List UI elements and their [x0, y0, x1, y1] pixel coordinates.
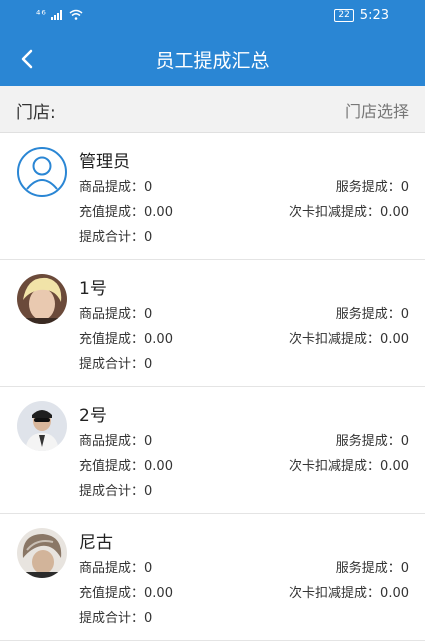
goods-value: 0 [144, 180, 153, 195]
card-deduct-label: 次卡扣减提成： [289, 459, 381, 474]
service-label: 服务提成： [335, 561, 401, 576]
goods-value: 0 [144, 307, 153, 322]
goods-label: 商品提成： [79, 180, 145, 195]
nav-bar: 员工提成汇总 [0, 32, 425, 86]
service-label: 服务提成： [335, 434, 401, 449]
recharge-value: 0.00 [144, 332, 173, 347]
total-label: 提成合计： [79, 611, 145, 626]
page-title: 员工提成汇总 [155, 50, 270, 72]
card-deduct-value: 0.00 [380, 586, 409, 601]
store-label: 门店: [16, 103, 56, 123]
employee-name: 1号 [79, 279, 107, 299]
goods-label: 商品提成： [79, 307, 145, 322]
card-deduct-value: 0.00 [380, 459, 409, 474]
wifi-icon [69, 9, 83, 20]
service-value: 0 [400, 561, 409, 576]
service-value: 0 [400, 307, 409, 322]
total-value: 0 [144, 611, 153, 626]
network-indicators: ⁴⁶ [36, 8, 83, 21]
card-deduct-label: 次卡扣减提成： [289, 586, 381, 601]
goods-label: 商品提成： [79, 434, 145, 449]
total-label: 提成合计： [79, 230, 145, 245]
store-filter-bar: 门店: 门店选择 [0, 86, 425, 133]
goods-value: 0 [144, 561, 153, 576]
service-label: 服务提成： [335, 307, 401, 322]
employee-card[interactable]: 1号 商品提成：0 服务提成：0 充值提成：0.00 次卡扣减提成：0.00 提… [0, 260, 425, 387]
avatar-photo [17, 401, 67, 451]
card-deduct-value: 0.00 [380, 205, 409, 220]
service-value: 0 [400, 434, 409, 449]
employee-name: 2号 [79, 406, 107, 426]
clock: 5:23 [359, 8, 389, 23]
recharge-label: 充值提成： [79, 205, 145, 220]
total-value: 0 [144, 230, 153, 245]
total-value: 0 [144, 357, 153, 372]
store-select-button[interactable]: 门店选择 [345, 98, 409, 122]
status-right: 22 5:23 [334, 8, 389, 23]
avatar [17, 147, 67, 197]
avatar-photo [17, 528, 67, 578]
employee-card[interactable]: 管理员 商品提成：0 服务提成：0 充值提成：0.00 次卡扣减提成：0.00 … [0, 133, 425, 260]
employee-card[interactable]: 尼古 商品提成：0 服务提成：0 充值提成：0.00 次卡扣减提成：0.00 提… [0, 514, 425, 641]
goods-label: 商品提成： [79, 561, 145, 576]
service-value: 0 [400, 180, 409, 195]
battery-icon: 22 [334, 9, 354, 22]
cellular-signal-icon: ⁴⁶ [36, 8, 47, 21]
employee-name: 管理员 [79, 152, 130, 172]
recharge-label: 充值提成： [79, 332, 145, 347]
user-icon [26, 156, 58, 190]
total-label: 提成合计： [79, 484, 145, 499]
employee-name: 尼古 [79, 533, 113, 553]
card-deduct-value: 0.00 [380, 332, 409, 347]
recharge-label: 充值提成： [79, 586, 145, 601]
card-deduct-label: 次卡扣减提成： [289, 205, 381, 220]
employee-card[interactable]: 2号 商品提成：0 服务提成：0 充值提成：0.00 次卡扣减提成：0.00 提… [0, 387, 425, 514]
signal-bars-icon [50, 9, 62, 20]
recharge-value: 0.00 [144, 586, 173, 601]
recharge-value: 0.00 [144, 459, 173, 474]
recharge-label: 充值提成： [79, 459, 145, 474]
total-label: 提成合计： [79, 357, 145, 372]
recharge-value: 0.00 [144, 205, 173, 220]
total-value: 0 [144, 484, 153, 499]
avatar [17, 401, 67, 451]
avatar-photo [17, 274, 67, 324]
avatar [17, 528, 67, 578]
employee-list: 管理员 商品提成：0 服务提成：0 充值提成：0.00 次卡扣减提成：0.00 … [0, 133, 425, 641]
status-bar: ⁴⁶ 22 5:23 [0, 0, 425, 32]
goods-value: 0 [144, 434, 153, 449]
card-deduct-label: 次卡扣减提成： [289, 332, 381, 347]
avatar [17, 274, 67, 324]
service-label: 服务提成： [335, 180, 401, 195]
